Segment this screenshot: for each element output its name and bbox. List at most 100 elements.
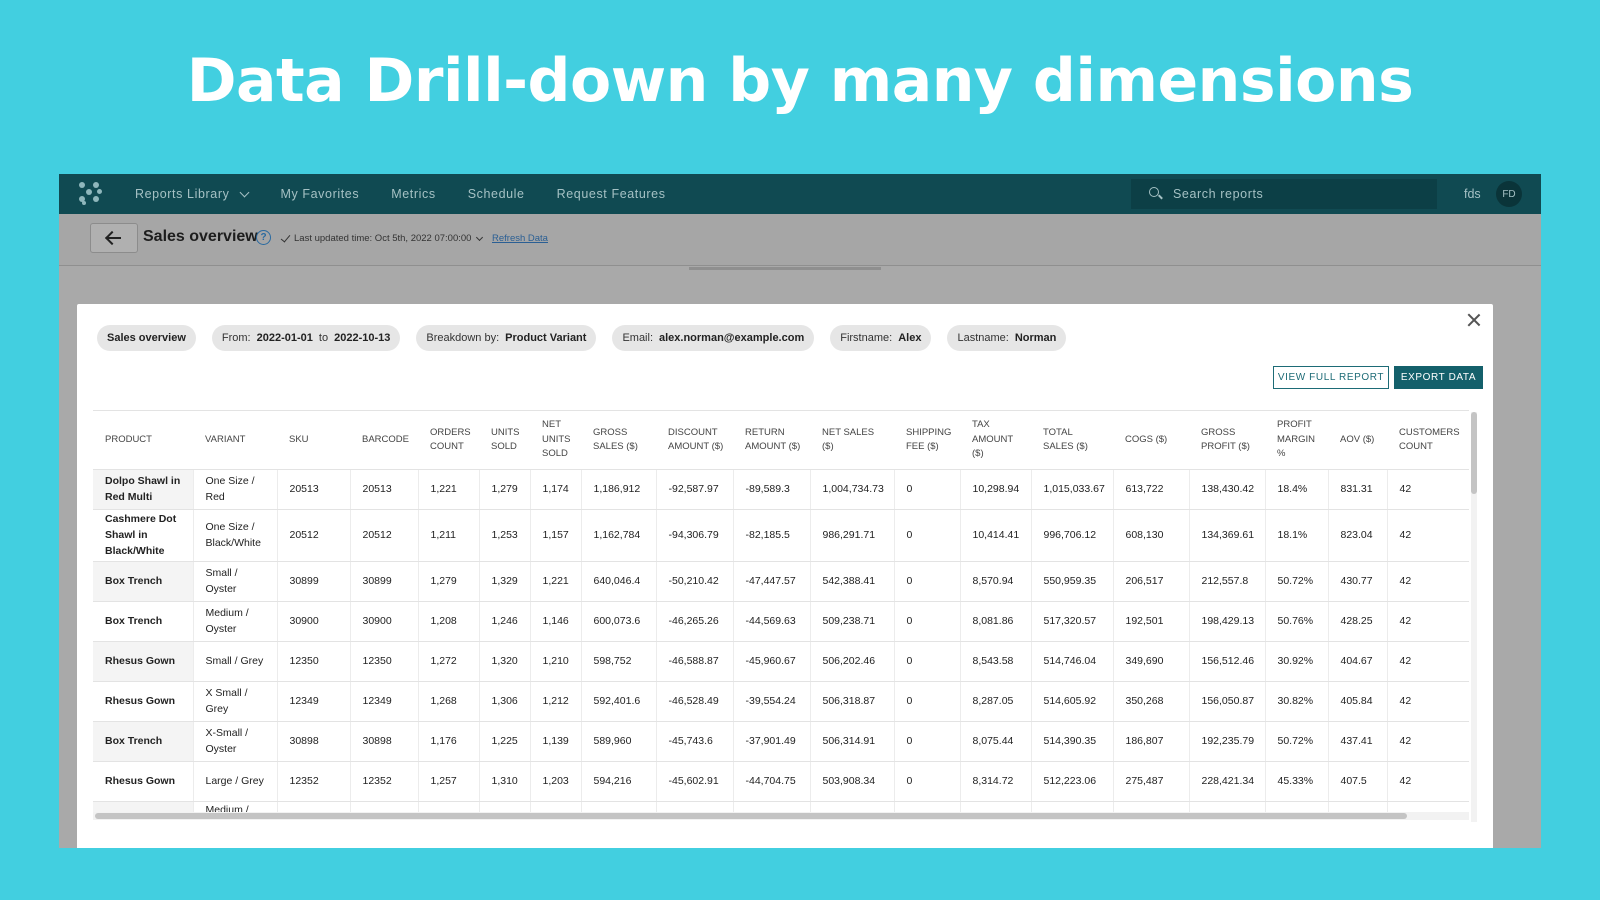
- close-icon[interactable]: [1466, 312, 1482, 328]
- chevron-down-icon: [476, 233, 484, 241]
- table-row[interactable]: Dolpo Shawl in Red Multi One Size / Red 20…: [93, 469, 1469, 510]
- column-header[interactable]: CUSTOMERS COUNT: [1387, 411, 1469, 470]
- column-header[interactable]: BARCODE: [350, 411, 418, 470]
- chip-report[interactable]: Sales overview: [97, 325, 196, 351]
- refresh-data-link[interactable]: Refresh Data: [492, 233, 548, 244]
- chip-breakdown[interactable]: Breakdown by: Product Variant: [416, 325, 597, 351]
- column-header[interactable]: RETURN AMOUNT ($): [733, 411, 810, 470]
- table-cell: -45,602.91: [655, 761, 733, 802]
- drilldown-modal: Sales overview From: 2022-01-01 to 2022-…: [77, 304, 1493, 848]
- column-header[interactable]: NET SALES ($): [810, 411, 894, 470]
- table-cell: 50.76%: [1264, 601, 1328, 642]
- table-cell: 1,246: [478, 601, 530, 642]
- column-header[interactable]: ORDERS COUNT: [418, 411, 479, 470]
- table-cell: -44,704.75: [732, 761, 810, 802]
- column-header[interactable]: GROSS SALES ($): [581, 411, 656, 470]
- export-data-button[interactable]: EXPORT DATA: [1394, 366, 1483, 389]
- nav-metrics[interactable]: Metrics: [391, 187, 435, 201]
- table-cell: 430.77: [1327, 561, 1387, 602]
- table-cell: -47,447.57: [732, 561, 810, 602]
- view-full-report-button[interactable]: VIEW FULL REPORT: [1273, 366, 1389, 389]
- column-header[interactable]: NET UNITS SOLD: [530, 411, 581, 470]
- column-header[interactable]: PRODUCT: [93, 411, 193, 470]
- column-header[interactable]: TOTAL SALES ($): [1031, 411, 1113, 470]
- nav-my-favorites[interactable]: My Favorites: [280, 187, 359, 201]
- help-icon[interactable]: ?: [256, 230, 271, 245]
- last-updated-text: Last updated time: Oct 5th, 2022 07:00:0…: [294, 233, 472, 244]
- table-cell: 30900: [349, 601, 418, 642]
- table-row[interactable]: Box Trench Small / Oyster 30899 30899 1,279 1…: [93, 561, 1469, 602]
- chip-lastname[interactable]: Lastname: Norman: [947, 325, 1067, 351]
- chip-from-label: From:: [221, 332, 251, 344]
- horizontal-scrollbar[interactable]: [93, 812, 1469, 820]
- user-name[interactable]: fds: [1464, 187, 1481, 201]
- chip-firstname-value: Alex: [898, 332, 922, 344]
- table-cell: 18.1%: [1264, 509, 1328, 562]
- avatar[interactable]: FD: [1496, 181, 1522, 207]
- column-header[interactable]: AOV ($): [1328, 411, 1387, 470]
- product-cell: Rhesus Gown: [93, 641, 193, 682]
- nav-reports-library[interactable]: Reports Library: [135, 187, 250, 201]
- product-cell: Box Trench: [93, 721, 193, 762]
- chevron-down-icon: [240, 187, 250, 197]
- table-cell: 1,146: [529, 601, 581, 642]
- chip-firstname[interactable]: Firstname: Alex: [830, 325, 932, 351]
- column-header[interactable]: TAX AMOUNT ($): [960, 411, 1031, 470]
- back-button[interactable]: [90, 223, 138, 253]
- table-cell: Small / Oyster: [192, 561, 277, 602]
- table-cell: 1,211: [417, 509, 479, 562]
- table-row[interactable]: Rhesus Gown Large / Grey 12352 12352 1,257 1,…: [93, 761, 1469, 802]
- table-cell: 20512: [349, 509, 418, 562]
- nav-schedule[interactable]: Schedule: [468, 187, 525, 201]
- report-header: Sales overview ? Last updated time: Oct …: [59, 214, 1541, 266]
- table-cell: One Size / Black/White: [192, 509, 277, 562]
- horizontal-scrollbar-thumb[interactable]: [95, 813, 1407, 819]
- column-header[interactable]: DISCOUNT AMOUNT ($): [656, 411, 733, 470]
- table-cell: 0: [893, 561, 960, 602]
- table-cell: 1,253: [478, 509, 530, 562]
- table-cell: 42: [1386, 681, 1469, 722]
- table-row[interactable]: Box Trench X-Small / Oyster 30898 30898 1,17…: [93, 721, 1469, 762]
- table-cell: 10,298.94: [959, 469, 1031, 510]
- table-cell: Large / Grey: [192, 761, 277, 802]
- column-header[interactable]: VARIANT: [193, 411, 277, 470]
- table-cell: -46,265.26: [655, 601, 733, 642]
- column-header[interactable]: UNITS SOLD: [479, 411, 530, 470]
- report-table: PRODUCT VARIANT SKU BARCODE ORDERS COUNT…: [93, 411, 1469, 820]
- chip-email[interactable]: Email: alex.norman@example.com: [612, 325, 815, 351]
- column-header[interactable]: PROFIT MARGIN %: [1265, 411, 1328, 470]
- table-cell: -94,306.79: [655, 509, 733, 562]
- table-cell: -89,589.3: [732, 469, 810, 510]
- table-header-row: PRODUCT VARIANT SKU BARCODE ORDERS COUNT…: [93, 411, 1469, 470]
- table-cell: 1,279: [478, 469, 530, 510]
- table-cell: 831.31: [1327, 469, 1387, 510]
- search-input[interactable]: [1173, 187, 1413, 201]
- table-row[interactable]: Rhesus Gown Small / Grey 12350 12350 1,272 1,…: [93, 641, 1469, 682]
- table-cell: 509,238.71: [809, 601, 894, 642]
- table-row[interactable]: Box Trench Medium / Oyster 30900 30900 1,208…: [93, 601, 1469, 642]
- table-cell: Medium / Oyster: [192, 601, 277, 642]
- vertical-scrollbar[interactable]: [1471, 412, 1477, 822]
- table-cell: 1,310: [478, 761, 530, 802]
- column-header[interactable]: GROSS PROFIT ($): [1189, 411, 1265, 470]
- chip-to-label: to: [318, 332, 329, 344]
- report-table-container[interactable]: PRODUCT VARIANT SKU BARCODE ORDERS COUNT…: [93, 410, 1469, 820]
- column-header[interactable]: SHIPPING FEE ($): [894, 411, 960, 470]
- column-header[interactable]: SKU: [277, 411, 350, 470]
- table-cell: 1,221: [417, 469, 479, 510]
- table-row[interactable]: Cashmere Dot Shawl in Black/White One Siz…: [93, 509, 1469, 562]
- chip-email-label: Email:: [622, 332, 653, 344]
- vertical-scrollbar-thumb[interactable]: [1471, 412, 1477, 494]
- top-nav: Reports Library My Favorites Metrics Sch…: [59, 174, 1541, 214]
- product-cell: Box Trench: [93, 561, 193, 602]
- nav-request-features[interactable]: Request Features: [557, 187, 666, 201]
- table-cell: 206,517: [1112, 561, 1189, 602]
- table-cell: 12349: [276, 681, 350, 722]
- chip-lastname-value: Norman: [1014, 332, 1057, 344]
- logo-icon[interactable]: [79, 182, 103, 206]
- last-updated-dropdown[interactable]: Last updated time: Oct 5th, 2022 07:00:0…: [280, 231, 484, 244]
- table-cell: 134,369.61: [1188, 509, 1265, 562]
- table-row[interactable]: Rhesus Gown X Small / Grey 12349 12349 1,268…: [93, 681, 1469, 722]
- column-header[interactable]: COGS ($): [1113, 411, 1189, 470]
- chip-date-range[interactable]: From: 2022-01-01 to 2022-10-13: [211, 325, 401, 351]
